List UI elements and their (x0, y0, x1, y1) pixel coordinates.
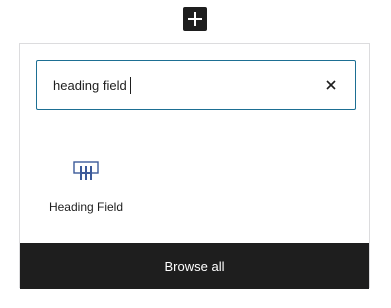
add-block-button[interactable] (183, 7, 207, 31)
block-inserter-panel: Heading Field Browse all (19, 43, 370, 289)
text-caret (130, 77, 131, 94)
heading-field-block-icon (73, 161, 99, 180)
block-result-heading-field[interactable]: Heading Field (44, 154, 128, 226)
block-result-label: Heading Field (48, 200, 124, 214)
clear-search-button[interactable] (315, 69, 347, 101)
browse-all-button[interactable]: Browse all (20, 243, 369, 289)
search-box (36, 60, 356, 110)
plus-icon (188, 12, 202, 26)
search-input[interactable] (37, 61, 315, 109)
close-icon (326, 80, 336, 90)
